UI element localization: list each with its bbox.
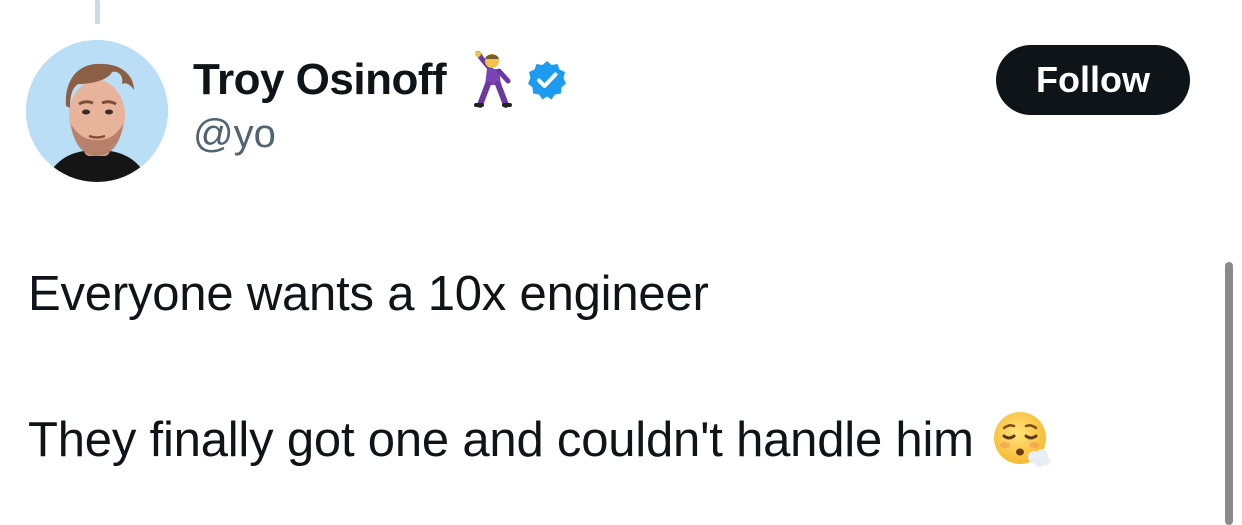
- tweet-text-line-1: Everyone wants a 10x engineer: [28, 267, 709, 321]
- follow-button[interactable]: Follow: [996, 45, 1190, 115]
- tweet-card: Troy Osinoff @yo Follow Everyone wants a…: [0, 0, 1242, 525]
- avatar[interactable]: [26, 40, 168, 182]
- tweet-text-line-2: They finally got one and couldn't handle…: [28, 413, 974, 467]
- thread-connector-line: [95, 0, 100, 24]
- scrollbar[interactable]: [1225, 262, 1233, 525]
- author-display-name[interactable]: Troy Osinoff: [193, 55, 447, 105]
- face-exhaling-emoji-icon: [992, 410, 1052, 470]
- man-dancing-emoji-icon: [468, 50, 514, 109]
- author-block: Troy Osinoff @yo: [193, 50, 568, 157]
- avatar-image: [26, 40, 168, 182]
- author-name-row: Troy Osinoff: [193, 50, 568, 109]
- author-handle[interactable]: @yo: [193, 112, 568, 157]
- tweet-text-line-2-row: They finally got one and couldn't handle…: [28, 410, 1052, 470]
- verified-badge-icon[interactable]: [526, 59, 568, 101]
